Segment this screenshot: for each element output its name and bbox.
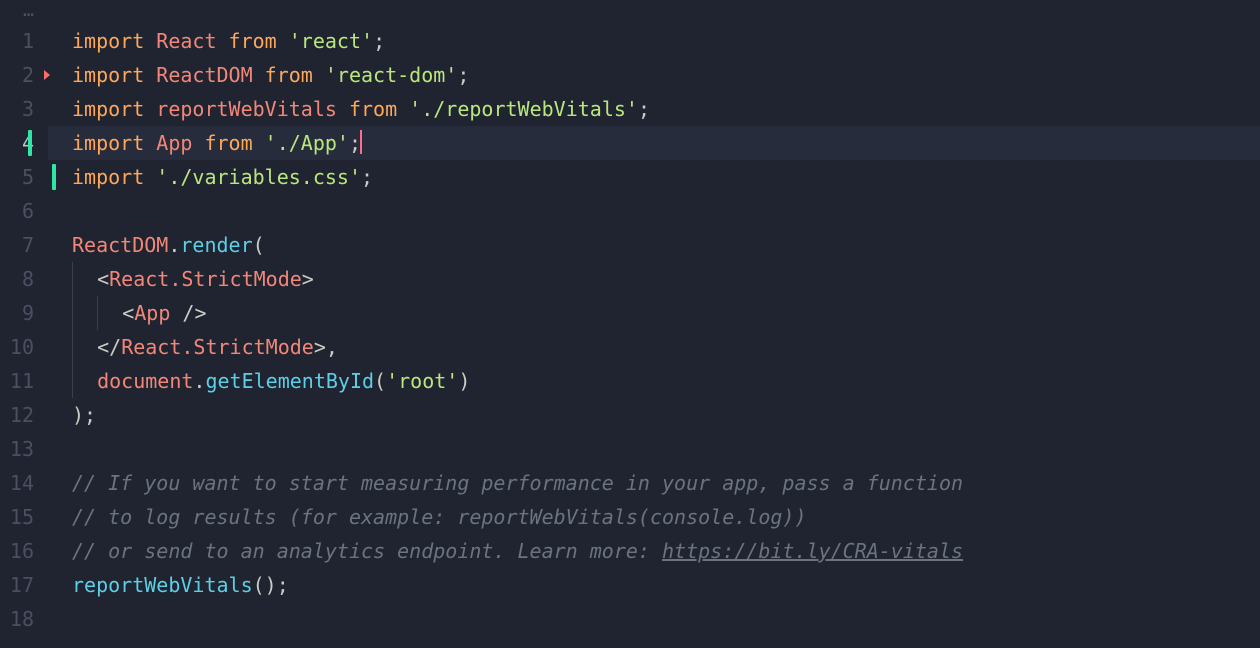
line-number: 12 [0, 398, 48, 432]
code-line[interactable]: document.getElementById('root') [72, 364, 1260, 398]
code-token: import [72, 29, 156, 53]
line-number: 1 [0, 24, 48, 58]
code-token: (); [253, 573, 289, 597]
code-token: , [326, 335, 338, 359]
line-number: 3 [0, 92, 48, 126]
line-number: 14 [0, 466, 48, 500]
code-token: < [122, 301, 134, 325]
code-token: . [168, 233, 180, 257]
code-token: import [72, 165, 156, 189]
code-editor[interactable]: … 123456789101112131415161718 import Rea… [0, 0, 1260, 648]
code-token: https://bit.ly/CRA-vitals [662, 539, 963, 563]
code-line[interactable]: import reportWebVitals from './reportWeb… [72, 92, 1260, 126]
line-number: 15 [0, 500, 48, 534]
code-token: import [72, 63, 156, 87]
code-line[interactable]: <App /> [72, 296, 1260, 330]
code-line[interactable]: ); [72, 398, 1260, 432]
code-token: > [302, 267, 314, 291]
code-line[interactable]: </React.StrictMode>, [72, 330, 1260, 364]
code-token: ( [253, 233, 265, 257]
gutter-ellipsis: … [0, 0, 48, 24]
code-token [97, 296, 122, 330]
code-line[interactable]: import './variables.css'; [72, 160, 1260, 194]
code-token [72, 296, 97, 330]
code-token: getElementById [205, 369, 374, 393]
code-line[interactable]: ReactDOM.render( [72, 228, 1260, 262]
code-token: 'root' [386, 369, 458, 393]
code-area[interactable]: import React from 'react';import ReactDO… [48, 0, 1260, 648]
diff-added-marker [52, 164, 56, 190]
code-token: /> [170, 301, 206, 325]
code-token: 'react' [289, 29, 373, 53]
code-token: App [156, 131, 192, 155]
code-token: import [72, 97, 156, 121]
code-token: from [217, 29, 289, 53]
line-number: 8 [0, 262, 48, 296]
code-token: reportWebVitals [72, 573, 253, 597]
code-token: ) [458, 369, 470, 393]
code-token: ReactDOM [156, 63, 252, 87]
code-token: document [97, 369, 193, 393]
code-line[interactable]: // to log results (for example: reportWe… [72, 500, 1260, 534]
code-token: ( [374, 369, 386, 393]
line-number: 13 [0, 432, 48, 466]
code-token: ReactDOM [72, 233, 168, 257]
code-token: ; [457, 63, 469, 87]
code-line[interactable] [72, 432, 1260, 466]
code-token [72, 364, 97, 398]
line-number: 16 [0, 534, 48, 568]
code-top-spacer [72, 0, 1260, 24]
code-token: </ [97, 335, 121, 359]
code-token: from [337, 97, 409, 121]
code-token: './App' [265, 131, 349, 155]
code-token: React.StrictMode [121, 335, 314, 359]
line-number: 10 [0, 330, 48, 364]
code-token: App [134, 301, 170, 325]
line-number: 2 [0, 58, 48, 92]
code-line[interactable]: // If you want to start measuring perfor… [72, 466, 1260, 500]
code-token: ; [638, 97, 650, 121]
code-line[interactable] [72, 194, 1260, 228]
code-token: // If you want to start measuring perfor… [72, 471, 963, 495]
code-token: from [253, 63, 325, 87]
line-number: 9 [0, 296, 48, 330]
code-token [72, 330, 97, 364]
code-token: < [97, 267, 109, 291]
code-token [72, 262, 97, 296]
line-number: 18 [0, 602, 48, 636]
code-line[interactable]: import React from 'react'; [72, 24, 1260, 58]
text-cursor [360, 130, 362, 154]
code-token: './variables.css' [156, 165, 361, 189]
code-token: . [193, 369, 205, 393]
line-number: 17 [0, 568, 48, 602]
code-line[interactable]: reportWebVitals(); [72, 568, 1260, 602]
code-token: > [314, 335, 326, 359]
code-token: render [180, 233, 252, 257]
line-number: 5 [0, 160, 48, 194]
code-token: React.StrictMode [109, 267, 302, 291]
code-token: ; [373, 29, 385, 53]
line-number: 7 [0, 228, 48, 262]
code-token: React [156, 29, 216, 53]
code-line[interactable]: // or send to an analytics endpoint. Lea… [72, 534, 1260, 568]
code-token: // to log results (for example: reportWe… [72, 505, 807, 529]
code-token: from [192, 131, 264, 155]
code-token: './reportWebVitals' [409, 97, 638, 121]
code-token: ); [72, 403, 96, 427]
code-token: reportWebVitals [156, 97, 337, 121]
code-token: ; [361, 165, 373, 189]
code-token: 'react-dom' [325, 63, 457, 87]
code-line[interactable] [72, 602, 1260, 636]
code-token: import [72, 131, 156, 155]
line-number: 4 [0, 126, 48, 160]
line-number: 11 [0, 364, 48, 398]
line-number-gutter: … 123456789101112131415161718 [0, 0, 48, 648]
code-token: // or send to an analytics endpoint. Lea… [72, 539, 662, 563]
code-line[interactable]: import ReactDOM from 'react-dom'; [72, 58, 1260, 92]
code-line[interactable]: import App from './App'; [48, 126, 1260, 160]
code-line[interactable]: <React.StrictMode> [72, 262, 1260, 296]
line-number: 6 [0, 194, 48, 228]
diff-added-marker [28, 130, 32, 156]
